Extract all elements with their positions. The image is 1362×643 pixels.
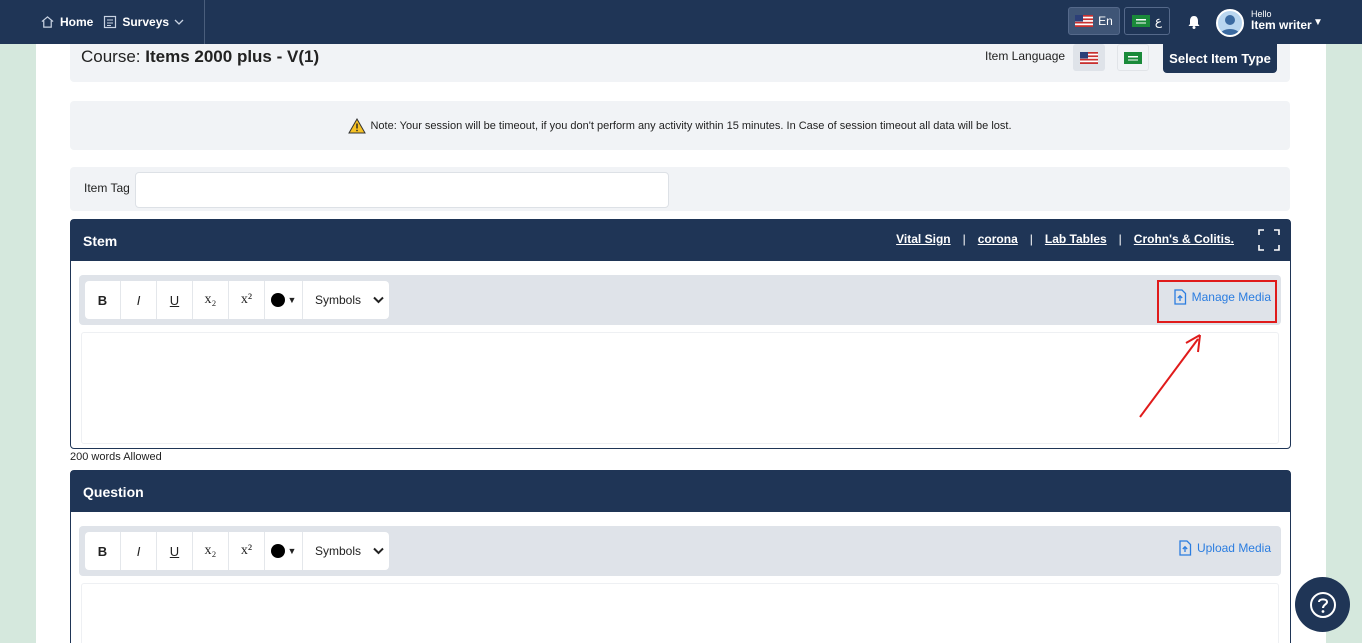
select-item-type-button[interactable]: Select Item Type: [1163, 44, 1277, 73]
symbols-dropdown[interactable]: Symbols: [303, 281, 389, 319]
course-header: Course: Items 2000 plus - V(1) Item Lang…: [70, 44, 1290, 82]
user-avatar[interactable]: [1216, 9, 1244, 37]
symbols-label: Symbols: [315, 293, 362, 307]
link-crohns-colitis[interactable]: Crohn's & Colitis.: [1134, 232, 1234, 246]
session-note-text: Note: Your session will be timeout, if y…: [370, 119, 1012, 132]
link-separator: |: [1029, 232, 1033, 246]
user-menu-caret-icon[interactable]: ▼: [1313, 17, 1323, 28]
upload-media-link[interactable]: Upload Media: [1178, 540, 1271, 556]
chevron-down-icon: [373, 296, 384, 304]
nav-surveys-label: Surveys: [122, 15, 170, 29]
survey-icon: [104, 15, 117, 29]
warning-icon: [348, 117, 367, 133]
annotation-arrow-icon: [1139, 334, 1201, 418]
course-prefix: Course:: [81, 47, 141, 66]
link-separator: |: [962, 232, 966, 246]
question-panel: Question B I U x₂ x² ▼ Symbols Upload Me…: [70, 470, 1291, 643]
subscript-button[interactable]: x₂: [193, 532, 229, 570]
link-corona[interactable]: corona: [978, 232, 1018, 246]
color-swatch-icon: [270, 293, 285, 307]
question-mark-icon: [1309, 591, 1336, 618]
file-upload-icon: [1179, 540, 1192, 556]
session-note: Note: Your session will be timeout, if y…: [70, 101, 1290, 150]
item-tag-row: Item Tag: [70, 167, 1290, 211]
stem-word-limit: 200 words Allowed: [70, 451, 162, 463]
notification-bell-icon[interactable]: [1186, 14, 1202, 33]
caret-down-icon: ▼: [287, 295, 297, 305]
nav-divider: [204, 0, 206, 44]
us-flag-icon: [1080, 51, 1098, 64]
language-english-label: En: [1098, 14, 1113, 28]
subscript-button[interactable]: x₂: [193, 281, 229, 319]
underline-button[interactable]: U: [157, 281, 193, 319]
us-flag-icon: [1075, 15, 1094, 27]
item-language-english-button[interactable]: [1073, 44, 1105, 71]
question-text-area[interactable]: [81, 583, 1279, 643]
home-icon: [41, 16, 54, 28]
upload-media-label: Upload Media: [1196, 541, 1271, 555]
chevron-down-icon: [373, 547, 384, 555]
caret-down-icon: ▼: [287, 546, 297, 556]
item-tag-input[interactable]: [135, 172, 669, 208]
course-title: Course: Items 2000 plus - V(1): [81, 47, 319, 67]
nav-home[interactable]: Home: [40, 15, 93, 29]
help-button[interactable]: [1295, 577, 1350, 632]
link-vital-sign[interactable]: Vital Sign: [896, 232, 950, 246]
bold-button[interactable]: B: [85, 281, 121, 319]
user-info[interactable]: Hello Item writer: [1251, 9, 1312, 33]
formatting-toolbar: B I U x₂ x² ▼ Symbols: [85, 281, 389, 319]
symbols-label: Symbols: [315, 544, 362, 558]
color-swatch-icon: [270, 544, 285, 558]
text-color-picker[interactable]: ▼: [265, 281, 303, 319]
italic-button[interactable]: I: [121, 281, 157, 319]
top-navbar: Home Surveys En ع Hello Item writer ▼: [0, 0, 1362, 44]
chevron-down-icon: [174, 19, 184, 25]
fullscreen-icon[interactable]: [1258, 229, 1280, 251]
item-tag-label: Item Tag: [84, 181, 130, 195]
question-title: Question: [83, 483, 144, 500]
stem-text-area[interactable]: [81, 332, 1279, 444]
saudi-flag-icon: [1124, 51, 1142, 64]
stem-reference-links: Vital Sign | corona | Lab Tables | Crohn…: [896, 232, 1234, 246]
stem-panel: Stem Vital Sign | corona | Lab Tables | …: [70, 219, 1291, 449]
item-language-arabic-button[interactable]: [1117, 44, 1149, 71]
item-language-label: Item Language: [985, 49, 1066, 63]
symbols-dropdown[interactable]: Symbols: [303, 532, 389, 570]
course-name: Items 2000 plus - V(1): [145, 47, 320, 66]
question-editor-toolbar: B I U x₂ x² ▼ Symbols Upload Media: [79, 526, 1281, 576]
user-name: Item writer: [1251, 18, 1312, 33]
formatting-toolbar: B I U x₂ x² ▼ Symbols: [85, 532, 389, 570]
language-arabic-button[interactable]: ع: [1124, 7, 1170, 35]
link-separator: |: [1118, 232, 1122, 246]
highlight-box: [1157, 280, 1277, 323]
italic-button[interactable]: I: [121, 532, 157, 570]
language-english-button[interactable]: En: [1068, 7, 1120, 35]
nav-surveys[interactable]: Surveys: [103, 15, 184, 29]
question-header: Question: [71, 471, 1290, 512]
superscript-button[interactable]: x²: [229, 532, 265, 570]
saudi-flag-icon: [1131, 15, 1150, 27]
underline-button[interactable]: U: [157, 532, 193, 570]
link-lab-tables[interactable]: Lab Tables: [1045, 232, 1107, 246]
stem-title: Stem: [83, 232, 118, 249]
stem-editor-toolbar: B I U x₂ x² ▼ Symbols Manage Media: [79, 275, 1281, 325]
bold-button[interactable]: B: [85, 532, 121, 570]
text-color-picker[interactable]: ▼: [265, 532, 303, 570]
superscript-button[interactable]: x²: [229, 281, 265, 319]
user-avatar-icon: [1220, 15, 1240, 35]
language-arabic-label: ع: [1154, 14, 1163, 28]
nav-home-label: Home: [60, 15, 94, 29]
